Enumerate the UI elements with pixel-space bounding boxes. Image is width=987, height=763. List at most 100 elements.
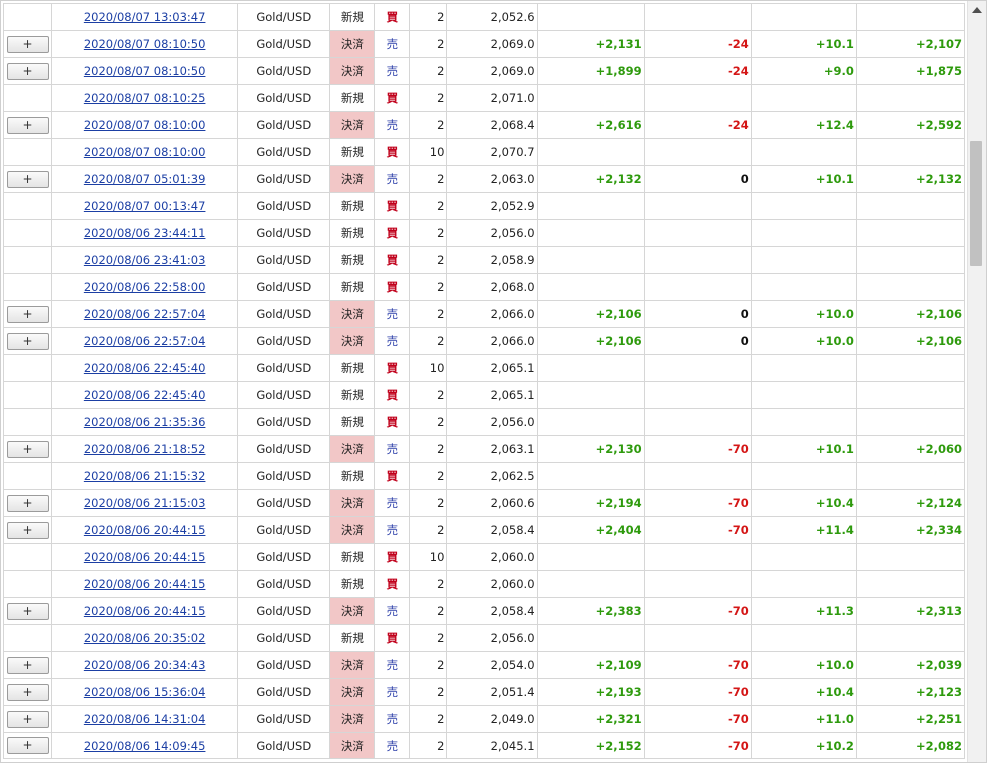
order-type-cell: 新規 xyxy=(329,462,376,490)
expand-button[interactable]: + xyxy=(6,305,49,323)
trade-date-link[interactable]: 2020/08/07 08:10:50 xyxy=(84,37,206,51)
trade-date-link[interactable]: 2020/08/06 21:15:32 xyxy=(84,469,206,483)
date-cell: 2020/08/06 21:15:32 xyxy=(51,462,239,490)
trade-date-link[interactable]: 2020/08/06 21:35:36 xyxy=(84,415,206,429)
expand-button[interactable]: + xyxy=(6,602,49,620)
expand-button[interactable]: + xyxy=(6,737,49,754)
order-type-cell: 決済 xyxy=(329,489,376,517)
trade-date-link[interactable]: 2020/08/06 14:09:45 xyxy=(84,739,206,753)
price-cell: 2,065.1 xyxy=(446,381,538,409)
expand-button[interactable]: + xyxy=(6,170,49,188)
vertical-scrollbar[interactable] xyxy=(967,1,986,762)
expand-button[interactable]: + xyxy=(6,35,49,53)
symbol-cell: Gold/USD xyxy=(237,543,331,571)
trade-date-link[interactable]: 2020/08/07 08:10:25 xyxy=(84,91,206,105)
date-cell: 2020/08/07 08:10:00 xyxy=(51,138,239,166)
pips-cell: +10.0 xyxy=(750,327,857,355)
price-cell: 2,066.0 xyxy=(446,327,538,355)
order-type-cell: 決済 xyxy=(329,651,376,679)
trade-date-link[interactable]: 2020/08/07 05:01:39 xyxy=(84,172,206,186)
trade-date-link[interactable]: 2020/08/06 23:44:11 xyxy=(84,226,206,240)
trade-date-link[interactable]: 2020/08/07 08:10:50 xyxy=(84,64,206,78)
net-pnl-cell: +2,060 xyxy=(855,435,966,463)
pips-cell: +10.4 xyxy=(750,489,857,517)
net-pnl-cell xyxy=(855,408,966,436)
pips-cell xyxy=(750,624,857,652)
expand-button[interactable]: + xyxy=(6,494,49,512)
price-cell: 2,056.0 xyxy=(446,219,538,247)
expand-button[interactable]: + xyxy=(6,116,49,134)
pnl-cell xyxy=(536,543,645,571)
trade-date-link[interactable]: 2020/08/06 15:36:04 xyxy=(84,685,206,699)
pnl-cell xyxy=(536,273,645,301)
trade-date-link[interactable]: 2020/08/06 20:44:15 xyxy=(84,577,206,591)
trade-date-link[interactable]: 2020/08/06 22:45:40 xyxy=(84,388,206,402)
trade-date-link[interactable]: 2020/08/07 13:03:47 xyxy=(84,10,206,24)
price-cell: 2,060.0 xyxy=(446,543,538,571)
trade-date-link[interactable]: 2020/08/06 21:15:03 xyxy=(84,496,206,510)
table-row: 2020/08/06 23:41:03 Gold/USD 新規買 2 2,058.9 xyxy=(2,246,966,274)
trade-date-link[interactable]: 2020/08/06 20:44:15 xyxy=(84,523,206,537)
trade-date-link[interactable]: 2020/08/07 08:10:00 xyxy=(84,118,206,132)
trade-date-link[interactable]: 2020/08/06 20:44:15 xyxy=(84,550,206,564)
date-cell: 2020/08/06 23:44:11 xyxy=(51,219,239,247)
pips-cell: +10.0 xyxy=(750,651,857,679)
symbol-cell: Gold/USD xyxy=(237,219,331,247)
date-cell: 2020/08/06 20:34:43 xyxy=(51,651,239,679)
trade-date-link[interactable]: 2020/08/06 22:57:04 xyxy=(84,334,206,348)
scroll-up-arrow-icon[interactable] xyxy=(972,7,982,13)
trade-date-link[interactable]: 2020/08/06 23:41:03 xyxy=(84,253,206,267)
side-cell: 売 xyxy=(374,651,411,679)
price-cell: 2,060.6 xyxy=(446,489,538,517)
expand-button[interactable]: + xyxy=(6,440,49,458)
symbol-cell: Gold/USD xyxy=(237,435,331,463)
trade-date-link[interactable]: 2020/08/06 22:58:00 xyxy=(84,280,206,294)
price-cell: 2,069.0 xyxy=(446,30,538,58)
date-cell: 2020/08/06 22:58:00 xyxy=(51,273,239,301)
expand-button[interactable]: + xyxy=(6,656,49,674)
side-cell: 買 xyxy=(374,138,411,166)
table-row: 2020/08/06 23:44:11 Gold/USD 新規買 2 2,056.0 xyxy=(2,219,966,247)
price-cell: 2,060.0 xyxy=(446,570,538,598)
fee-cell xyxy=(643,219,752,247)
table-row: 2020/08/06 21:15:32 Gold/USD 新規買 2 2,062.5 xyxy=(2,462,966,490)
table-row: +2020/08/07 05:01:39 Gold/USD 決済売 2 2,063.0 +… xyxy=(2,165,966,193)
pnl-cell: +2,106 xyxy=(536,300,645,328)
price-cell: 2,049.0 xyxy=(446,705,538,733)
trade-date-link[interactable]: 2020/08/07 00:13:47 xyxy=(84,199,206,213)
pnl-cell: +2,193 xyxy=(536,678,645,706)
trade-date-link[interactable]: 2020/08/06 20:44:15 xyxy=(84,604,206,618)
table-row: +2020/08/07 08:10:50 Gold/USD 決済売 2 2,069.0 +… xyxy=(2,30,966,58)
table-row: +2020/08/06 21:15:03 Gold/USD 決済売 2 2,060.6 +… xyxy=(2,489,966,517)
side-cell: 買 xyxy=(374,273,411,301)
table-row: 2020/08/06 20:35:02 Gold/USD 新規買 2 2,056.0 xyxy=(2,624,966,652)
date-cell: 2020/08/07 08:10:00 xyxy=(51,111,239,139)
order-type-cell: 新規 xyxy=(329,192,376,220)
pnl-cell xyxy=(536,84,645,112)
trade-date-link[interactable]: 2020/08/07 08:10:00 xyxy=(84,145,206,159)
trade-date-link[interactable]: 2020/08/06 20:34:43 xyxy=(84,658,206,672)
price-cell: 2,065.1 xyxy=(446,354,538,382)
expand-button[interactable]: + xyxy=(6,62,49,80)
trade-date-link[interactable]: 2020/08/06 22:45:40 xyxy=(84,361,206,375)
expand-button[interactable]: + xyxy=(6,521,49,539)
pnl-cell xyxy=(536,3,645,31)
order-type-cell: 新規 xyxy=(329,381,376,409)
quantity-cell: 2 xyxy=(409,705,448,733)
order-type-cell: 決済 xyxy=(329,516,376,544)
side-cell: 買 xyxy=(374,84,411,112)
fee-cell xyxy=(643,246,752,274)
trade-date-link[interactable]: 2020/08/06 14:31:04 xyxy=(84,712,206,726)
table-row: 2020/08/06 22:58:00 Gold/USD 新規買 2 2,068.0 xyxy=(2,273,966,301)
trade-date-link[interactable]: 2020/08/06 21:18:52 xyxy=(84,442,206,456)
fee-cell xyxy=(643,543,752,571)
expand-button[interactable]: + xyxy=(6,710,49,728)
symbol-cell: Gold/USD xyxy=(237,300,331,328)
trade-date-link[interactable]: 2020/08/06 20:35:02 xyxy=(84,631,206,645)
pips-cell: +11.3 xyxy=(750,597,857,625)
expand-button[interactable]: + xyxy=(6,683,49,701)
trade-date-link[interactable]: 2020/08/06 22:57:04 xyxy=(84,307,206,321)
expand-button[interactable]: + xyxy=(6,332,49,350)
scrollbar-thumb[interactable] xyxy=(970,141,982,266)
symbol-cell: Gold/USD xyxy=(237,651,331,679)
